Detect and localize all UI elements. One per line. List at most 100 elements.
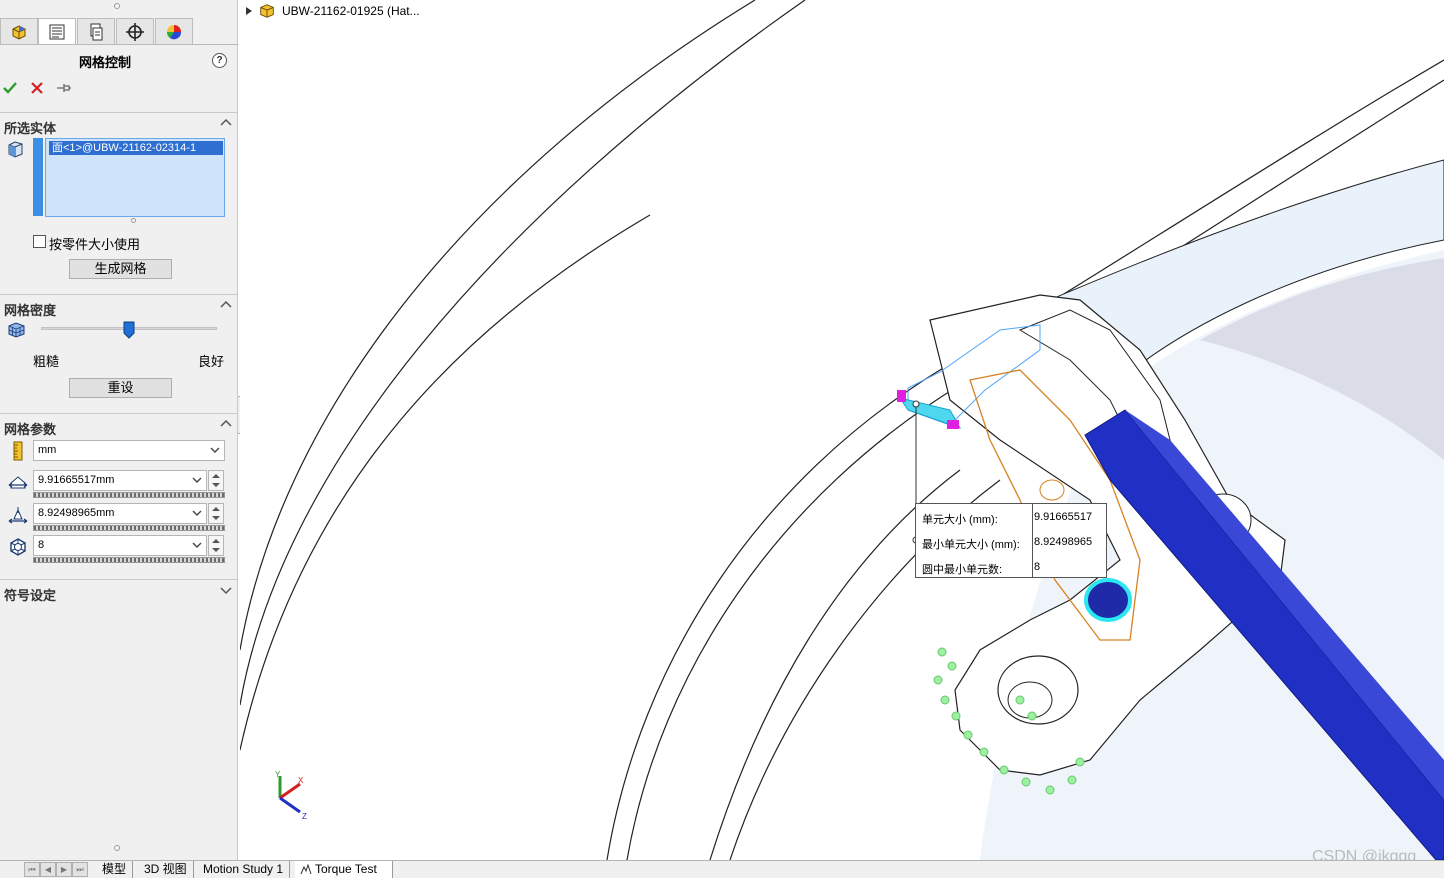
- tab-model[interactable]: 模型: [96, 861, 134, 878]
- panel-bottom-grip[interactable]: [114, 845, 120, 851]
- chevron-down-icon: [192, 477, 202, 483]
- min-elements-in-circle-value: 8: [38, 539, 45, 551]
- callout-anchor: [912, 400, 920, 408]
- configuration-icon: [90, 23, 103, 40]
- ok-button[interactable]: [0, 78, 20, 98]
- link-hole: [1039, 479, 1065, 501]
- tab-scroll-buttons: ⏮ ◀ ▶ ⏭: [24, 862, 90, 877]
- tab-3d-view[interactable]: 3D 视图: [138, 861, 194, 878]
- symbol-settings-header: 符号设定: [4, 588, 57, 603]
- list-resize-grip[interactable]: [131, 218, 136, 223]
- callout-value: 8.92498965: [1034, 536, 1093, 548]
- chevron-down-icon: [192, 510, 202, 516]
- selection-active-bar: [33, 138, 43, 216]
- element-size-value: 9.91665517mm: [38, 474, 115, 486]
- callout-key: 单元大小 (mm):: [922, 514, 998, 526]
- selected-entities-list[interactable]: 面<1>@UBW-21162-02314-1: [45, 138, 225, 217]
- triad-z-label: Z: [302, 812, 307, 820]
- help-icon[interactable]: ?: [212, 53, 227, 68]
- chevron-down-icon: [192, 542, 202, 548]
- min-element-size-spinner[interactable]: [208, 503, 224, 524]
- crosshair-icon: [126, 22, 144, 41]
- tab-torque-test[interactable]: Torque Test: [295, 861, 393, 878]
- chevron-down-icon: [220, 587, 232, 595]
- mesh-density-section-header[interactable]: 网格密度: [0, 294, 238, 318]
- cancel-button[interactable]: [27, 78, 47, 98]
- flyout-tree-root[interactable]: UBW-21162-01925 (Hat...: [246, 2, 420, 20]
- mesh-density-icon: [8, 322, 25, 338]
- element-size-thumbwheel[interactable]: [33, 492, 225, 498]
- graphics-viewport[interactable]: UBW-21162-01925 (Hat...: [240, 0, 1444, 860]
- property-manager-title: 网格控制: [78, 55, 131, 70]
- callout-value: 8: [1034, 561, 1041, 573]
- symbol-settings-section-header[interactable]: 符号设定: [0, 579, 238, 603]
- tab-dimxpert[interactable]: [116, 18, 154, 44]
- chevron-up-icon: [220, 300, 232, 308]
- prev-tab-button[interactable]: ◀: [40, 862, 56, 877]
- model-graphics[interactable]: [240, 0, 1444, 860]
- use-part-size-label: 按零件大小使用: [49, 237, 141, 252]
- selected-entities-section-header[interactable]: 所选实体: [0, 112, 238, 136]
- element-size-spinner[interactable]: [208, 470, 224, 491]
- last-tab-button[interactable]: ⏭: [72, 862, 88, 877]
- close-icon: [31, 82, 43, 94]
- tab-property-manager[interactable]: [38, 18, 76, 44]
- reset-button[interactable]: 重设: [69, 378, 172, 398]
- tab-display-manager[interactable]: [155, 18, 193, 44]
- assembly-icon: [260, 4, 274, 18]
- triad-x-label: X: [298, 776, 304, 785]
- panel-top-grip[interactable]: [114, 3, 120, 9]
- callout-value: 9.91665517: [1034, 511, 1093, 523]
- tab-motion-study-1[interactable]: Motion Study 1: [197, 861, 291, 878]
- pushpin-icon: [57, 84, 71, 92]
- rim-edge-3: [240, 214, 651, 751]
- callout-row: 圆中最小单元数: 8: [916, 554, 1106, 579]
- first-tab-button[interactable]: ⏮: [24, 862, 40, 877]
- coarse-label: 粗糙: [33, 354, 60, 369]
- face-selection-icon: [8, 141, 23, 158]
- tab-torque-test-label: Torque Test: [315, 862, 377, 876]
- element-size-field[interactable]: 9.91665517mm: [33, 470, 207, 491]
- property-manager-panel: 网格控制 ? 所选实体 面<1>@UBW-21162-02314-1 按零件大小…: [0, 0, 238, 860]
- list-item[interactable]: 面<1>@UBW-21162-02314-1: [49, 141, 223, 155]
- create-mesh-button[interactable]: 生成网格: [69, 259, 172, 279]
- tab-feature-manager[interactable]: [0, 18, 38, 44]
- property-list-icon: [49, 24, 65, 39]
- mesh-parameters-header: 网格参数: [4, 422, 57, 437]
- min-element-size-thumbwheel[interactable]: [33, 525, 225, 531]
- solidworks-window: 网格控制 ? 所选实体 面<1>@UBW-21162-02314-1 按零件大小…: [0, 0, 1444, 878]
- appearance-icon: [166, 24, 182, 39]
- manager-tabs: [0, 17, 238, 45]
- min-elements-in-circle-field[interactable]: 8: [33, 535, 207, 556]
- fine-label: 良好: [198, 354, 225, 369]
- callout-key: 圆中最小单元数:: [922, 564, 1003, 576]
- triad-y-label: Y: [275, 770, 281, 779]
- callout-row: 单元大小 (mm): 9.91665517: [916, 504, 1106, 529]
- chevron-up-icon: [220, 118, 232, 126]
- circle-elements-icon: [10, 538, 26, 556]
- mesh-density-header: 网格密度: [4, 303, 57, 318]
- pin-button[interactable]: [54, 78, 74, 98]
- min-elements-in-circle-spinner[interactable]: [208, 535, 224, 556]
- min-element-size-icon: [8, 507, 28, 524]
- unit-select[interactable]: mm: [33, 440, 225, 461]
- mesh-control-callout[interactable]: 单元大小 (mm): 9.91665517 最小单元大小 (mm): 8.924…: [915, 503, 1107, 578]
- use-part-size-checkbox[interactable]: [33, 235, 46, 248]
- element-size-icon: [8, 476, 28, 489]
- min-element-size-value: 8.92498965mm: [38, 507, 115, 519]
- study-icon: [300, 864, 312, 875]
- callout-row: 最小单元大小 (mm): 8.92498965: [916, 529, 1106, 554]
- tab-configuration-manager[interactable]: [77, 18, 115, 44]
- rim-edge-2: [240, 0, 806, 706]
- min-elements-in-circle-thumbwheel[interactable]: [33, 557, 225, 563]
- mesh-parameters-section-header[interactable]: 网格参数: [0, 413, 238, 437]
- expand-arrow-icon[interactable]: [246, 7, 252, 15]
- mesh-density-slider-thumb[interactable]: [123, 321, 135, 339]
- reference-triad: Y X Z: [275, 770, 307, 820]
- callout-key: 最小单元大小 (mm):: [922, 539, 1020, 551]
- min-element-size-field[interactable]: 8.92498965mm: [33, 503, 207, 524]
- ruler-icon: [13, 441, 23, 461]
- next-tab-button[interactable]: ▶: [56, 862, 72, 877]
- feature-tree-icon: [12, 24, 26, 40]
- unit-select-value: mm: [38, 444, 57, 456]
